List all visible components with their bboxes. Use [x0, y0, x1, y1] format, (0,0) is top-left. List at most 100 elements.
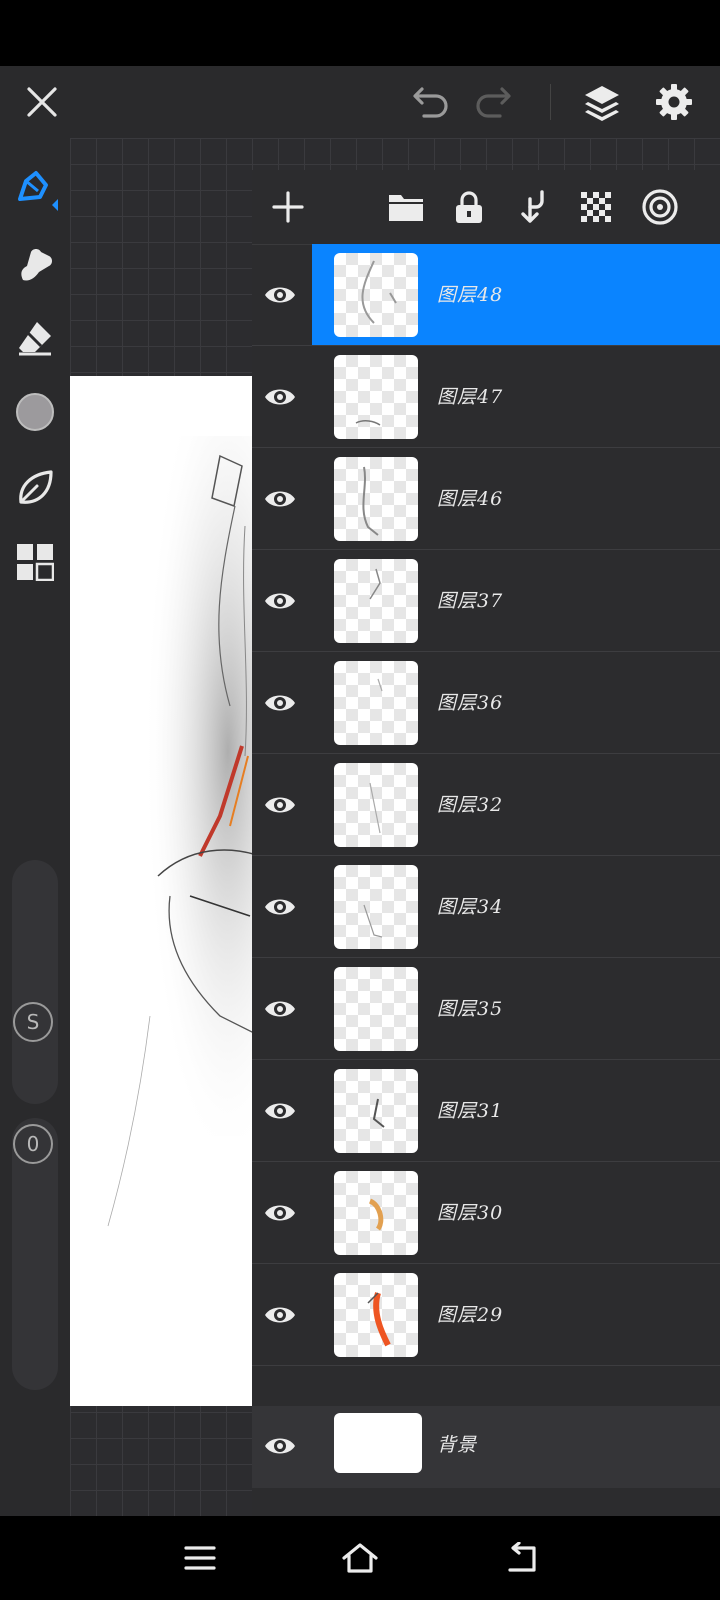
- layer-thumbnail: [334, 355, 418, 439]
- visibility-toggle[interactable]: [262, 1093, 298, 1129]
- transparency-icon: [581, 192, 611, 222]
- layer-thumbnail-art: [334, 967, 418, 1051]
- layer-name: 图层29: [437, 1304, 504, 1326]
- layer-thumbnail: [334, 457, 418, 541]
- redo-icon: [476, 87, 511, 118]
- layer-name: 图层30: [437, 1202, 504, 1224]
- brush-size-slider[interactable]: S: [12, 860, 58, 1104]
- layer-name: 图层34: [437, 896, 504, 918]
- leaf-tool[interactable]: [11, 464, 59, 512]
- layer-name: 图层37: [437, 590, 504, 612]
- color-icon: [16, 393, 54, 431]
- layer-row[interactable]: 图层37: [252, 550, 720, 652]
- visibility-toggle[interactable]: [262, 583, 298, 619]
- layer-name: 背景: [437, 1434, 478, 1456]
- background-layer-row[interactable]: 背景: [252, 1406, 720, 1488]
- artboard[interactable]: [70, 376, 260, 1406]
- visibility-toggle[interactable]: [262, 379, 298, 415]
- layer-name: 图层31: [437, 1100, 504, 1122]
- layer-thumbnail: [334, 1069, 418, 1153]
- eye-icon: [265, 1438, 295, 1454]
- smudge-tool[interactable]: [11, 240, 59, 288]
- smudge-icon: [21, 249, 52, 281]
- visibility-toggle[interactable]: [262, 991, 298, 1027]
- layer-thumbnail-art: [363, 904, 383, 938]
- opacity-knob[interactable]: 0: [13, 1124, 53, 1164]
- gear-icon: [656, 84, 692, 120]
- home-nav-button[interactable]: [336, 1534, 384, 1582]
- visibility-toggle[interactable]: [262, 1428, 298, 1464]
- layer-thumbnail: [334, 1273, 418, 1357]
- layer-thumbnail-art: [369, 568, 381, 600]
- visibility-toggle[interactable]: [262, 889, 298, 925]
- lock-button[interactable]: [445, 183, 493, 231]
- color-tool[interactable]: [11, 388, 59, 436]
- redo-button[interactable]: [470, 78, 518, 126]
- undo-icon: [413, 87, 448, 118]
- visibility-toggle[interactable]: [262, 1297, 298, 1333]
- layer-thumbnail: [334, 253, 418, 337]
- menu-nav-button[interactable]: [176, 1534, 224, 1582]
- layer-thumbnail: [334, 865, 418, 949]
- layer-name: 图层35: [437, 998, 504, 1020]
- home-icon: [342, 1543, 378, 1573]
- close-icon: [27, 87, 57, 117]
- layer-name: 图层46: [437, 488, 504, 510]
- visibility-toggle[interactable]: [262, 277, 298, 313]
- opacity-slider[interactable]: 0: [12, 1118, 58, 1390]
- layer-row[interactable]: 图层46: [252, 448, 720, 550]
- eye-icon: [265, 1001, 295, 1017]
- lock-icon: [456, 191, 482, 223]
- layer-list: 图层48 图层47 图层46 图层37 图层36 图层32 图层34 图层35 图层31 图层30…: [252, 244, 720, 1366]
- layer-thumbnail: [334, 763, 418, 847]
- back-nav-button[interactable]: [498, 1534, 546, 1582]
- eye-icon: [265, 287, 295, 303]
- layer-row[interactable]: 图层35: [252, 958, 720, 1060]
- folder-icon: [389, 195, 423, 221]
- undo-button[interactable]: [406, 78, 454, 126]
- settings-button[interactable]: [650, 78, 698, 126]
- reference-button[interactable]: [636, 183, 684, 231]
- layer-thumbnail-art: [377, 678, 383, 692]
- eraser-tool[interactable]: [11, 314, 59, 362]
- folder-button[interactable]: [382, 183, 430, 231]
- layer-row[interactable]: 图层48: [252, 244, 720, 346]
- alpha-lock-button[interactable]: [572, 183, 620, 231]
- eye-icon: [265, 695, 295, 711]
- merge-down-button[interactable]: [510, 183, 558, 231]
- visibility-toggle[interactable]: [262, 1195, 298, 1231]
- layer-row[interactable]: 图层36: [252, 652, 720, 754]
- layer-thumbnail: [334, 559, 418, 643]
- layer-thumbnail: [334, 1171, 418, 1255]
- brush-size-knob[interactable]: S: [13, 1002, 53, 1042]
- layer-row[interactable]: 图层47: [252, 346, 720, 448]
- top-toolbar: [0, 66, 720, 138]
- layer-thumbnail-art: [361, 260, 397, 324]
- add-icon: [272, 191, 304, 223]
- layer-row[interactable]: 图层31: [252, 1060, 720, 1162]
- navigation-bar: [0, 1516, 720, 1600]
- layer-row[interactable]: 图层34: [252, 856, 720, 958]
- layer-row[interactable]: 图层30: [252, 1162, 720, 1264]
- layer-thumbnail: [334, 1413, 422, 1473]
- layer-row[interactable]: 图层29: [252, 1264, 720, 1366]
- status-bar: [0, 0, 720, 66]
- visibility-toggle[interactable]: [262, 481, 298, 517]
- layer-thumbnail-art: [355, 420, 381, 426]
- layer-name: 图层32: [437, 794, 504, 816]
- layer-row[interactable]: 图层32: [252, 754, 720, 856]
- merge-down-icon: [521, 190, 544, 223]
- visibility-toggle[interactable]: [262, 685, 298, 721]
- layer-thumbnail-art: [372, 1098, 385, 1128]
- visibility-toggle[interactable]: [262, 787, 298, 823]
- close-button[interactable]: [18, 78, 66, 126]
- brush-tool[interactable]: [11, 164, 59, 212]
- layer-thumbnail-art: [362, 466, 379, 536]
- sketch-artwork: [107, 436, 260, 1227]
- gallery-tool[interactable]: [11, 538, 59, 586]
- layers-button[interactable]: [578, 78, 626, 126]
- layer-name: 图层48: [437, 284, 504, 306]
- eye-icon: [265, 899, 295, 915]
- grid-icon: [17, 544, 54, 581]
- add-layer-button[interactable]: [264, 183, 312, 231]
